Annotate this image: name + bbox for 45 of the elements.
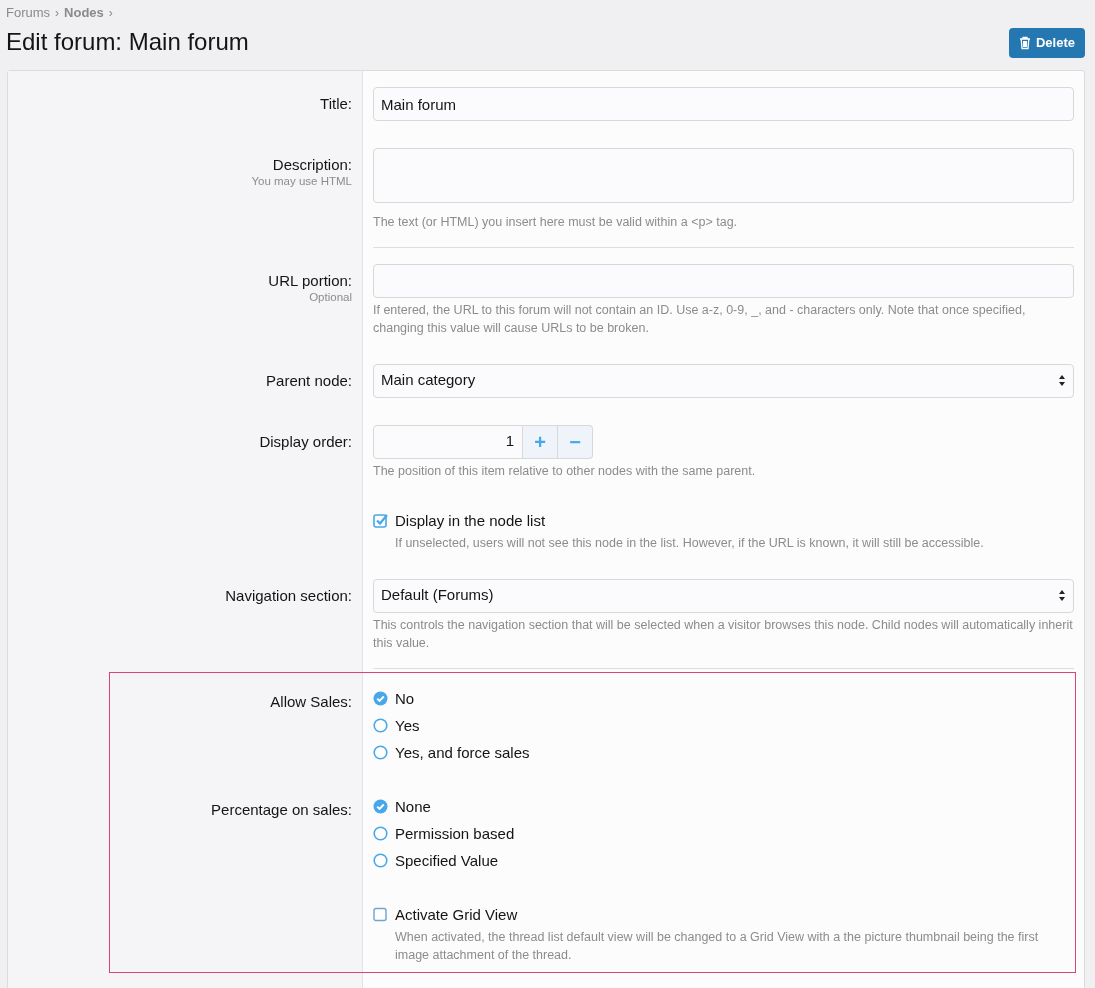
updown-arrow-icon: [1058, 374, 1066, 387]
checkbox-label[interactable]: Activate Grid View: [395, 900, 518, 928]
radio-label[interactable]: Permission based: [395, 819, 515, 847]
breadcrumb-separator: ›: [108, 5, 113, 22]
help-text: The text (or HTML) you insert here must be valid within a <p> tag.: [373, 213, 739, 231]
radio-label[interactable]: No: [395, 684, 415, 712]
page-title: Edit forum: Main forum: [6, 28, 249, 57]
radio-label[interactable]: Yes: [395, 711, 420, 739]
radio-button[interactable]: [373, 825, 388, 841]
delete-button[interactable]: Delete: [1008, 28, 1085, 58]
radio-label[interactable]: Specified Value: [395, 846, 499, 874]
select-field[interactable]: Default (Forums): [373, 578, 1074, 613]
checkbox[interactable]: [373, 512, 388, 528]
radio-button[interactable]: [373, 852, 388, 868]
field-label: Title:: [320, 94, 352, 114]
breadcrumb-separator: ›: [55, 5, 60, 22]
updown-arrow-icon: [1058, 589, 1066, 602]
field-label: URL portion:: [268, 270, 352, 291]
field-label: Parent node:: [266, 370, 352, 391]
help-text: When activated, the thread list default view will be changed to a Grid View with a the picture thumbnail being the first image attachment of the thread.: [395, 928, 1040, 964]
help-text: The position of this item relative to other nodes with the same parent.: [373, 462, 757, 480]
field-label: Allow Sales:: [270, 691, 352, 712]
field-sublabel: You may use HTML: [251, 175, 352, 188]
field-sublabel: Optional: [309, 290, 352, 304]
radio-button[interactable]: [373, 798, 388, 814]
radio-button[interactable]: [373, 690, 388, 706]
radio-label[interactable]: None: [395, 792, 431, 820]
help-text: If entered, the URL to this forum will not contain an ID. Use a-z, 0-9, _, and - characters only. Note that once specified, changing this value will cause URLs to be broken.: [373, 301, 1027, 337]
trash-icon: [1018, 35, 1031, 50]
radio-button[interactable]: [373, 744, 388, 760]
text-field[interactable]: Main forum: [373, 87, 1074, 121]
help-text: If unselected, users will not see this node in the list. However, if the URL is known, it will still be accessible.: [395, 534, 985, 552]
select-field[interactable]: Main category: [373, 363, 1074, 398]
field-label: Percentage on sales:: [211, 799, 352, 820]
description-field[interactable]: [373, 148, 1074, 203]
checkbox[interactable]: [373, 906, 388, 922]
field-label: Navigation section:: [225, 585, 352, 606]
checkbox-label[interactable]: Display in the node list: [395, 506, 546, 534]
help-text: This controls the navigation section that will be selected when a visitor browses this node. Child nodes will automatically inherit this value.: [373, 616, 1074, 652]
text-field[interactable]: [373, 263, 1074, 298]
number-field[interactable]: 1: [373, 424, 523, 459]
field-label: Description:: [272, 155, 352, 175]
radio-label[interactable]: Yes, and force sales: [395, 738, 530, 766]
field-label: Display order:: [259, 431, 352, 452]
radio-button[interactable]: [373, 717, 388, 733]
